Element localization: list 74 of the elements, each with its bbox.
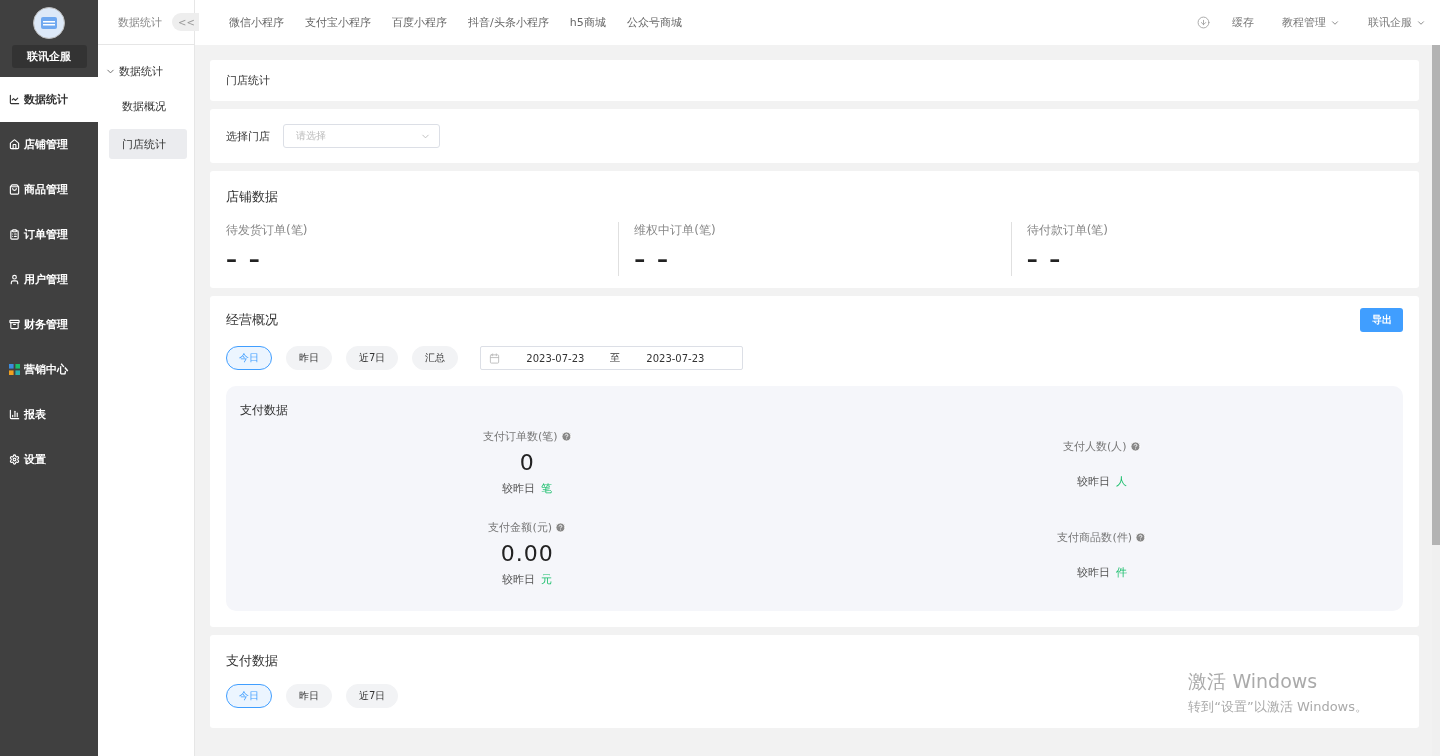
activation-text: 转到“设置”以激活 Windows。 — [1188, 698, 1368, 716]
compare-unit: 件 — [1115, 565, 1127, 580]
calendar-icon — [489, 352, 501, 364]
metric-label: 支付商品数(件) — [1057, 530, 1133, 545]
metric-label: 支付订单数(笔) — [482, 429, 558, 444]
range-tab[interactable]: 昨日 — [286, 346, 332, 370]
page-title: 门店统计 — [226, 73, 271, 89]
filter-label: 选择门店 — [226, 128, 270, 144]
compare-label: 较昨日 — [502, 572, 536, 587]
top-link[interactable]: 支付宝小程序 — [305, 15, 371, 30]
panel-title: 支付数据 — [240, 402, 289, 419]
range-tab[interactable]: 汇总 — [412, 346, 459, 370]
compare-unit: 人 — [1115, 474, 1127, 489]
top-link[interactable]: 抖音/头条小程序 — [468, 15, 549, 30]
nav-item[interactable]: 设置 — [0, 437, 98, 482]
card-title: 店铺数据 — [226, 188, 279, 206]
nav-item[interactable]: 用户管理 — [0, 257, 98, 302]
brand-name: 联讯企服 — [11, 45, 87, 68]
metric-label: 支付人数(人) — [1062, 439, 1127, 454]
nav-item[interactable]: 报表 — [0, 392, 98, 437]
help-icon[interactable] — [560, 431, 572, 442]
activation-title: 激活 Windows — [1188, 669, 1319, 694]
chart-icon — [9, 94, 20, 105]
nav-item[interactable]: 店铺管理 — [0, 122, 98, 167]
date-range-field[interactable]: 2023-07-23 至 2023-07-23 — [480, 346, 744, 370]
submenu-item[interactable]: 数据概况 — [109, 91, 187, 121]
top-menu[interactable]: 联讯企服 — [1368, 15, 1426, 30]
house-icon — [9, 139, 20, 150]
nav-item[interactable]: 营销中心 — [0, 347, 98, 392]
menu-group[interactable]: 数据统计 — [98, 45, 194, 83]
range-tab[interactable]: 近7日 — [346, 346, 399, 370]
compare-unit: 笔 — [541, 481, 553, 496]
tiles-icon — [9, 364, 20, 375]
top-link[interactable]: 百度小程序 — [392, 15, 447, 30]
nav-item[interactable]: 财务管理 — [0, 302, 98, 347]
metric-value: 0 — [519, 450, 535, 475]
card-title: 经营概况 — [226, 311, 278, 329]
submenu-item[interactable]: 门店统计 — [109, 129, 187, 159]
help-icon[interactable] — [1129, 441, 1141, 452]
top-menu[interactable]: 教程管理 — [1282, 15, 1340, 30]
top-link[interactable]: h5商城 — [569, 15, 606, 30]
logo — [33, 7, 65, 39]
settings-icon — [9, 454, 20, 465]
stat-value: – – — [226, 247, 263, 272]
stat-label: 待付款订单(笔) — [1026, 222, 1110, 239]
compare-label: 较昨日 — [502, 481, 536, 496]
compare-label: 较昨日 — [1076, 474, 1110, 489]
download-icon[interactable] — [1197, 16, 1210, 29]
stat-label: 维权中订单(笔) — [634, 222, 717, 239]
nav-item[interactable]: 数据统计 — [0, 77, 98, 122]
compare-label: 较昨日 — [1076, 565, 1110, 580]
box-icon — [9, 319, 20, 330]
cache-link[interactable]: 缓存 — [1232, 15, 1254, 30]
top-link[interactable]: 公众号商城 — [626, 15, 682, 30]
top-link[interactable]: 微信小程序 — [229, 15, 284, 30]
section-title: 数据统计 — [118, 14, 162, 30]
range-tab[interactable]: 近7日 — [346, 684, 399, 708]
stat-value: – – — [1026, 247, 1064, 272]
metric-value: 0.00 — [500, 541, 554, 566]
nav-item[interactable]: 订单管理 — [0, 212, 98, 257]
user-icon — [9, 274, 20, 285]
clipboard-icon — [9, 229, 20, 240]
compare-unit: 元 — [541, 572, 553, 587]
range-tab[interactable]: 昨日 — [286, 684, 332, 708]
help-icon[interactable] — [555, 522, 567, 533]
stat-value: – – — [634, 247, 671, 272]
bar-chart-icon — [9, 409, 20, 420]
help-icon[interactable] — [1135, 532, 1147, 543]
bag-icon — [9, 184, 20, 195]
scrollbar-thumb[interactable] — [1432, 45, 1440, 545]
nav-item[interactable]: 商品管理 — [0, 167, 98, 212]
card-title: 支付数据 — [226, 652, 279, 670]
metric-label: 支付金额(元) — [488, 520, 553, 535]
stat-label: 待发货订单(笔) — [226, 222, 309, 239]
